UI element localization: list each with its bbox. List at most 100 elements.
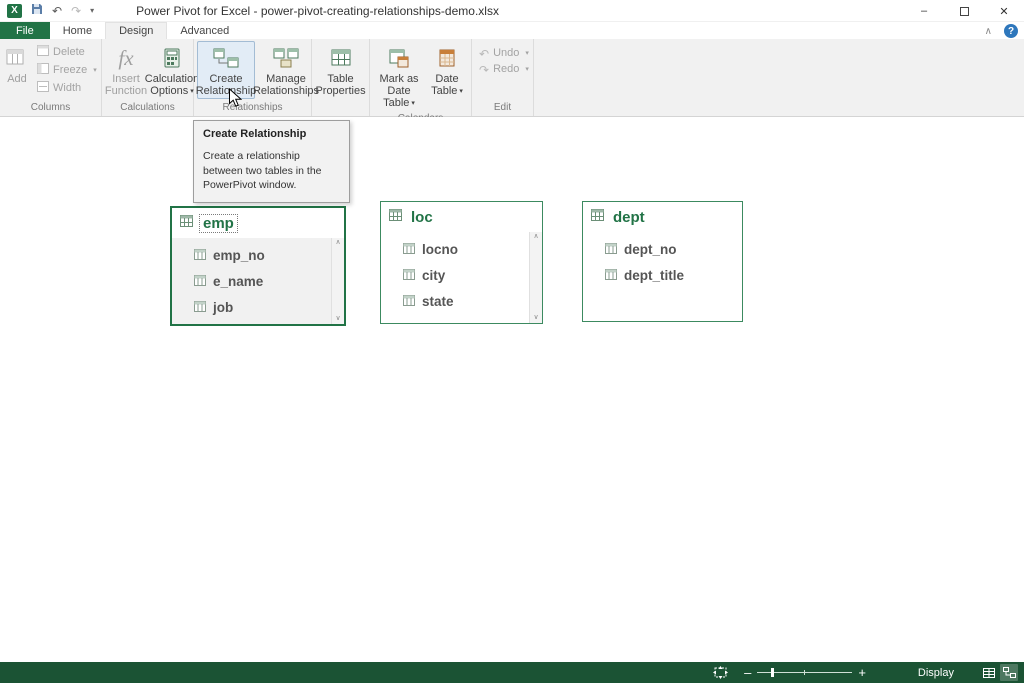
calculation-options-icon [163, 45, 181, 71]
create-relationship-button[interactable]: Create Relationship [197, 41, 255, 99]
field-job[interactable]: job [172, 294, 344, 320]
field-dept-title[interactable]: dept_title [583, 262, 742, 288]
field-label: job [213, 300, 233, 315]
emp-scrollbar[interactable]: ∧ ∨ [331, 238, 344, 324]
diagram-view-icon[interactable] [1000, 664, 1018, 681]
scroll-down-icon[interactable]: ∨ [533, 314, 538, 322]
loc-table-name[interactable]: loc [408, 209, 436, 226]
column-icon [605, 242, 617, 257]
width-label: Width [53, 82, 81, 95]
help-icon[interactable]: ? [1004, 24, 1018, 38]
undo-button[interactable]: ↶ Undo ▾ [475, 46, 533, 61]
emp-table-header[interactable]: emp [172, 208, 344, 238]
date-table-button[interactable]: Date Table▾ [427, 41, 467, 100]
create-relationship-icon [213, 45, 239, 71]
table-properties-icon [331, 45, 351, 71]
ribbon-group-relationships: Create Relationship Manage Relationships… [194, 39, 312, 116]
freeze-label: Freeze [53, 64, 87, 77]
edit-redo-icon: ↷ [479, 64, 489, 76]
column-icon [403, 268, 415, 283]
delete-icon [37, 45, 49, 60]
quick-access-toolbar: X ↶ ↷ ▾ [0, 2, 94, 20]
undo-icon[interactable]: ↶ [52, 5, 62, 17]
diagram-table-loc[interactable]: loc locno city state ∧ ∨ [380, 201, 543, 324]
ribbon-group-table: Table Properties [312, 39, 370, 116]
zoom-in-button[interactable]: + [852, 666, 872, 679]
ribbon-corner-controls: ∧ ? [985, 24, 1018, 38]
column-icon [194, 300, 206, 315]
redo-icon[interactable]: ↷ [71, 5, 81, 17]
tab-file[interactable]: File [0, 22, 50, 39]
tooltip-title: Create Relationship [203, 128, 340, 140]
save-icon[interactable] [31, 2, 43, 20]
grid-view-icon[interactable] [980, 664, 998, 681]
delete-label: Delete [53, 46, 85, 59]
loc-fields: locno city state [381, 232, 542, 323]
mark-as-date-table-button[interactable]: Mark as Date Table▾ [373, 41, 425, 112]
edit-group-label: Edit [475, 101, 530, 116]
emp-table-name[interactable]: emp [199, 214, 238, 233]
field-emp-no[interactable]: emp_no [172, 242, 344, 268]
window-controls: – ✕ [904, 0, 1024, 22]
manage-relationships-label: Manage Relationships [253, 73, 319, 97]
maximize-button[interactable] [944, 0, 984, 22]
insert-function-icon: fx [118, 45, 133, 71]
table-properties-button[interactable]: Table Properties [315, 41, 367, 99]
collapse-ribbon-icon[interactable]: ∧ [985, 26, 992, 37]
minimize-button[interactable]: – [904, 0, 944, 22]
field-label: state [422, 294, 454, 309]
close-button[interactable]: ✕ [984, 0, 1024, 22]
manage-relationships-icon [273, 45, 299, 71]
diagram-table-emp[interactable]: emp emp_no e_name job ∧ ∨ [170, 206, 346, 326]
zoom-slider[interactable] [757, 672, 852, 673]
date-table-icon [438, 45, 456, 71]
freeze-button[interactable]: Freeze ▾ [33, 62, 101, 79]
excel-logo-icon: X [7, 4, 22, 18]
loc-scrollbar[interactable]: ∧ ∨ [529, 232, 542, 323]
zoom-slider-thumb[interactable] [771, 668, 774, 677]
field-dept-no[interactable]: dept_no [583, 236, 742, 262]
field-e-name[interactable]: e_name [172, 268, 344, 294]
customize-qat-caret-icon[interactable]: ▾ [90, 6, 94, 15]
date-table-caret-icon: ▾ [459, 88, 463, 95]
ribbon-group-columns: Add Delete Freeze ▾ Width [0, 39, 102, 116]
display-label: Display [918, 667, 954, 679]
calculations-group-label: Calculations [105, 101, 190, 116]
scroll-up-icon[interactable]: ∧ [533, 233, 538, 241]
columns-group-label: Columns [3, 101, 98, 116]
field-label: dept_title [624, 268, 684, 283]
calculation-options-button[interactable]: Calculation Options▾ [149, 41, 195, 100]
field-city[interactable]: city [381, 262, 542, 288]
scroll-up-icon[interactable]: ∧ [335, 239, 340, 247]
redo-caret-icon: ▾ [525, 63, 529, 76]
field-state[interactable]: state [381, 288, 542, 314]
tab-advanced[interactable]: Advanced [167, 22, 242, 39]
field-locno[interactable]: locno [381, 236, 542, 262]
maximize-icon [960, 7, 969, 16]
fit-to-screen-icon[interactable] [713, 666, 728, 679]
undo-caret-icon: ▾ [525, 47, 529, 60]
insert-function-button[interactable]: fx Insert Function [105, 41, 147, 99]
scroll-down-icon[interactable]: ∨ [335, 315, 340, 323]
add-column-button[interactable]: Add [3, 41, 31, 87]
add-column-icon [6, 45, 28, 71]
diagram-table-dept[interactable]: dept dept_no dept_title [582, 201, 743, 322]
width-button[interactable]: Width [33, 80, 101, 97]
field-label: locno [422, 242, 458, 257]
zoom-out-button[interactable]: – [738, 666, 757, 679]
status-bar: – + Display [0, 662, 1024, 683]
dept-table-name[interactable]: dept [610, 209, 648, 226]
redo-button[interactable]: ↷ Redo ▾ [475, 62, 533, 77]
redo-label: Redo [493, 63, 519, 76]
loc-table-header[interactable]: loc [381, 202, 542, 232]
table-icon [389, 208, 402, 226]
diagram-canvas[interactable]: Create Relationship Create a relationshi… [0, 117, 1024, 662]
manage-relationships-button[interactable]: Manage Relationships [257, 41, 315, 99]
delete-button[interactable]: Delete [33, 44, 101, 61]
field-label: emp_no [213, 248, 265, 263]
dept-table-header[interactable]: dept [583, 202, 742, 232]
freeze-icon [37, 63, 49, 78]
column-icon [403, 294, 415, 309]
tab-design[interactable]: Design [105, 22, 167, 39]
tab-home[interactable]: Home [50, 22, 105, 39]
